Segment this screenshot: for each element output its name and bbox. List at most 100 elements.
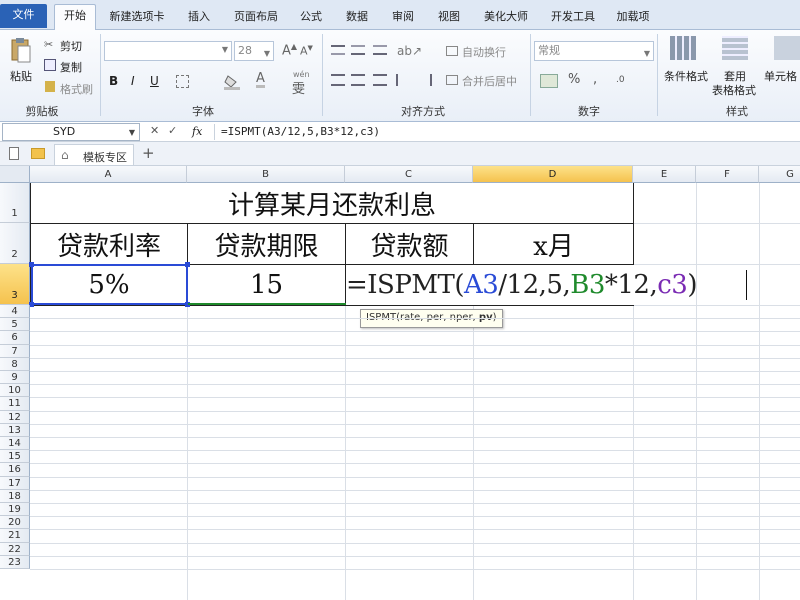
cell-a2[interactable]: 贷款利率 <box>31 224 187 264</box>
row-header-11[interactable]: 11 <box>0 397 30 411</box>
cell-c3-editor[interactable]: =ISPMT(A3/12,5,B3*12,c3) <box>346 265 697 305</box>
tab-file[interactable]: 文件 <box>0 4 47 28</box>
number-format-combo[interactable]: 常规 ▼ <box>534 41 654 61</box>
row-header-16[interactable]: 16 <box>0 463 30 477</box>
row-header-9[interactable]: 9 <box>0 371 30 385</box>
row-header-21[interactable]: 21 <box>0 529 30 543</box>
row-header-12[interactable]: 12 <box>0 410 30 424</box>
folder-icon[interactable] <box>31 148 45 159</box>
column-header-a[interactable]: A <box>30 166 187 183</box>
copy-button[interactable]: 复制 <box>60 59 82 75</box>
phonetic-button[interactable]: 雯 <box>292 78 305 97</box>
row-header-10[interactable]: 10 <box>0 384 30 398</box>
format-painter-button[interactable]: 格式刷 <box>60 81 93 97</box>
align-center-icon[interactable] <box>351 74 365 86</box>
row-header-4[interactable]: 4 <box>0 305 30 319</box>
row-header-8[interactable]: 8 <box>0 357 30 371</box>
row-header-17[interactable]: 17 <box>0 476 30 490</box>
italic-button[interactable]: I <box>131 74 135 88</box>
insert-function-button[interactable]: fx <box>192 125 202 138</box>
cell-c2[interactable]: 贷款额 <box>346 224 473 264</box>
align-top-icon[interactable] <box>331 45 345 55</box>
column-header-e[interactable]: E <box>633 166 696 183</box>
row-header-2[interactable]: 2 <box>0 223 30 264</box>
tab-review[interactable]: 审阅 <box>384 6 422 30</box>
merge-center-button[interactable]: 合并后居中 <box>462 73 517 89</box>
tab-addins[interactable]: 加载项 <box>610 6 656 30</box>
row-header-20[interactable]: 20 <box>0 516 30 530</box>
column-header-g[interactable]: G <box>759 166 800 183</box>
tab-insert[interactable]: 插入 <box>180 6 218 30</box>
copy-icon[interactable] <box>44 59 56 71</box>
paste-label[interactable]: 粘贴 <box>10 68 32 84</box>
borders-icon[interactable] <box>176 75 189 88</box>
cell-title[interactable]: 计算某月还款利息 <box>31 183 633 223</box>
row-header-3[interactable]: 3 <box>0 264 30 305</box>
cell-d2[interactable]: x月 <box>474 224 633 264</box>
column-header-c[interactable]: C <box>345 166 473 183</box>
align-left-icon[interactable] <box>331 74 345 86</box>
select-all-corner[interactable] <box>0 166 30 183</box>
cut-button[interactable]: 剪切 <box>60 38 82 54</box>
percent-button[interactable]: % <box>568 72 580 87</box>
row-header-19[interactable]: 19 <box>0 503 30 517</box>
row-header-5[interactable]: 5 <box>0 318 30 332</box>
increase-indent-icon[interactable] <box>418 74 432 86</box>
row-header-23[interactable]: 23 <box>0 555 30 569</box>
formula-input[interactable]: =ISPMT(A3/12,5,B3*12,c3) <box>221 123 380 141</box>
cell-b2[interactable]: 贷款期限 <box>188 224 345 264</box>
column-header-b[interactable]: B <box>187 166 345 183</box>
column-header-d[interactable]: D <box>473 166 633 183</box>
shrink-font-button[interactable]: A▼ <box>300 44 313 58</box>
decrease-indent-icon[interactable] <box>396 74 410 86</box>
new-document-icon[interactable] <box>9 147 19 160</box>
row-header-1[interactable]: 1 <box>0 183 30 223</box>
font-name-combo[interactable]: ▼ <box>104 41 232 61</box>
conditional-format-icon[interactable] <box>670 36 696 60</box>
format-painter-icon[interactable] <box>45 81 55 92</box>
cell-b3[interactable]: 15 <box>188 265 345 305</box>
cell-styles-button[interactable]: 单元格 <box>764 68 797 84</box>
template-tab[interactable]: ⌂ 模板专区 <box>54 144 134 165</box>
enter-icon[interactable]: ✓ <box>168 124 177 137</box>
tab-page-layout[interactable]: 页面布局 <box>228 6 284 30</box>
tab-developer[interactable]: 开发工具 <box>544 6 602 30</box>
underline-button[interactable]: U <box>150 74 159 88</box>
resize-handle[interactable] <box>29 262 34 267</box>
increase-decimal-button[interactable]: .0 <box>616 75 625 85</box>
row-header-13[interactable]: 13 <box>0 423 30 437</box>
row-header-14[interactable]: 14 <box>0 437 30 451</box>
row-header-7[interactable]: 7 <box>0 344 30 358</box>
cell-styles-icon[interactable] <box>774 36 800 60</box>
align-middle-icon[interactable] <box>351 45 365 55</box>
tab-data[interactable]: 数据 <box>338 6 376 30</box>
row-header-18[interactable]: 18 <box>0 489 30 503</box>
wrap-text-button[interactable]: 自动换行 <box>462 44 506 60</box>
wrap-text-icon[interactable] <box>446 46 458 56</box>
row-header-15[interactable]: 15 <box>0 450 30 464</box>
tab-view[interactable]: 视图 <box>430 6 468 30</box>
resize-handle[interactable] <box>185 262 190 267</box>
column-header-f[interactable]: F <box>696 166 759 183</box>
bold-button[interactable]: B <box>109 74 118 88</box>
add-tab-button[interactable]: + <box>142 144 155 162</box>
table-format-button-2[interactable]: 表格格式 <box>712 82 756 98</box>
paste-icon[interactable] <box>10 36 32 64</box>
conditional-format-button[interactable]: 条件格式 <box>664 68 708 84</box>
row-header-22[interactable]: 22 <box>0 542 30 556</box>
currency-icon[interactable] <box>540 74 558 88</box>
cancel-icon[interactable]: ✕ <box>150 124 159 137</box>
tab-beautify[interactable]: 美化大师 <box>476 6 536 30</box>
tab-new[interactable]: 新建选项卡 <box>106 6 168 30</box>
cut-icon[interactable]: ✂ <box>44 38 53 51</box>
comma-button[interactable]: , <box>593 72 597 87</box>
grow-font-button[interactable]: A▲ <box>282 42 297 58</box>
row-header-6[interactable]: 6 <box>0 331 30 345</box>
name-box[interactable]: SYD ▼ <box>2 123 140 141</box>
fill-color-icon[interactable] <box>224 74 240 90</box>
font-color-button[interactable]: A <box>256 72 265 88</box>
tab-home[interactable]: 开始 <box>54 4 96 31</box>
tab-formulas[interactable]: 公式 <box>292 6 330 30</box>
table-format-icon[interactable] <box>722 36 748 60</box>
merge-center-icon[interactable] <box>446 75 458 85</box>
